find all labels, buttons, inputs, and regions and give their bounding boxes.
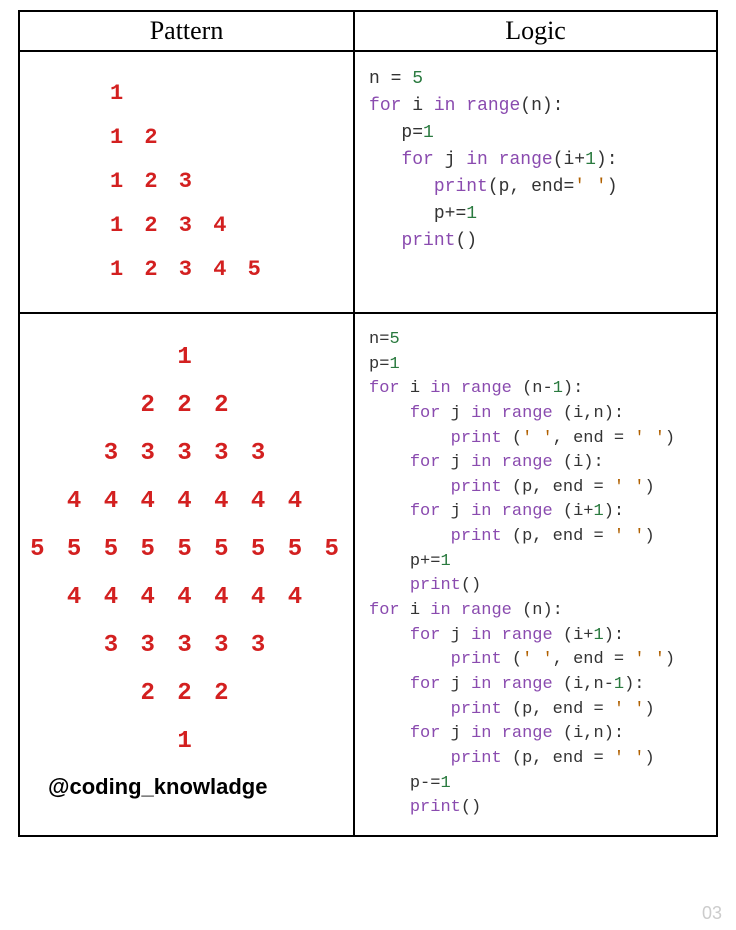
- p2-line: 3 3 3 3 3: [30, 622, 343, 670]
- p2-line: 4 4 4 4 4 4 4: [30, 574, 343, 622]
- header-pattern: Pattern: [19, 11, 354, 51]
- p2-line: 4 4 4 4 4 4 4: [30, 478, 343, 526]
- logic-2-cell: n=5 p=1 for i in range (n-1): for j in r…: [354, 313, 717, 836]
- p1-line: 1: [110, 72, 343, 116]
- p1-line: 1 2 3 4: [110, 204, 343, 248]
- pattern-2-cell: 1 2 2 2 3 3 3 3 3 4 4 4 4 4 4 4 5 5 5 5 …: [19, 313, 354, 836]
- code-2: n=5 p=1 for i in range (n-1): for j in r…: [369, 328, 708, 821]
- p2-line: 1: [30, 718, 343, 766]
- p2-line: 5 5 5 5 5 5 5 5 5: [30, 526, 343, 574]
- pattern-1: 1 1 2 1 2 3 1 2 3 4 1 2 3 4 5: [30, 72, 343, 292]
- p2-line: 1: [30, 334, 343, 382]
- pattern-2: 1 2 2 2 3 3 3 3 3 4 4 4 4 4 4 4 5 5 5 5 …: [30, 334, 343, 766]
- pattern-1-cell: 1 1 2 1 2 3 1 2 3 4 1 2 3 4 5: [19, 51, 354, 313]
- logic-1-cell: n = 5 for i in range(n): p=1 for j in ra…: [354, 51, 717, 313]
- p2-line: 2 2 2: [30, 670, 343, 718]
- author-handle: @coding_knowladge: [30, 766, 343, 804]
- p2-line: 3 3 3 3 3: [30, 430, 343, 478]
- row-2: 1 2 2 2 3 3 3 3 3 4 4 4 4 4 4 4 5 5 5 5 …: [19, 313, 717, 836]
- p2-line: 2 2 2: [30, 382, 343, 430]
- row-1: 1 1 2 1 2 3 1 2 3 4 1 2 3 4 5 n = 5 for …: [19, 51, 717, 313]
- header-row: Pattern Logic: [19, 11, 717, 51]
- p1-line: 1 2 3 4 5: [110, 248, 343, 292]
- p1-line: 1 2 3: [110, 160, 343, 204]
- p1-line: 1 2: [110, 116, 343, 160]
- code-1: n = 5 for i in range(n): p=1 for j in ra…: [369, 66, 708, 255]
- page-number: 03: [702, 903, 722, 924]
- pattern-logic-table: Pattern Logic 1 1 2 1 2 3 1 2 3 4 1 2 3 …: [18, 10, 718, 837]
- header-logic: Logic: [354, 11, 717, 51]
